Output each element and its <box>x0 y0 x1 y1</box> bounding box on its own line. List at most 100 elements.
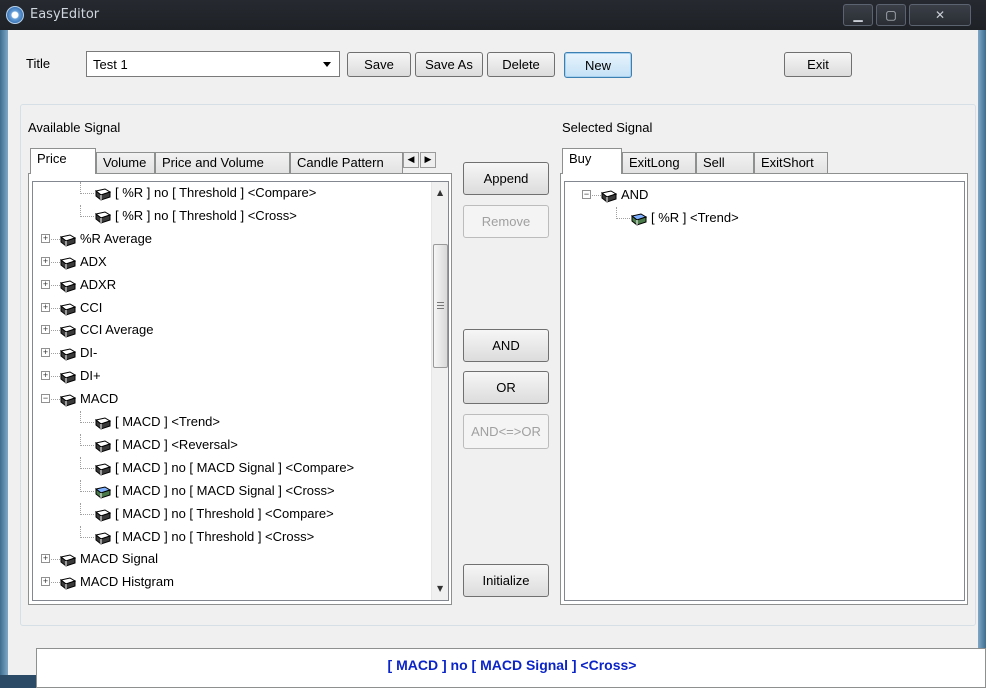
selected-tree-rows: − AND[ %R ] <Trend> <box>565 182 964 600</box>
book-icon <box>94 438 112 453</box>
book-icon <box>94 186 112 201</box>
tree-row-label: [ MACD ] no [ Threshold ] <Cross> <box>115 528 315 544</box>
title-label: Title <box>26 56 51 71</box>
status-panel: [ MACD ] no [ MACD Signal ] <Cross> <box>36 648 986 688</box>
tree-row-label: [ %R ] <Trend> <box>651 209 739 225</box>
selected-signal-tree[interactable]: − AND[ %R ] <Trend> <box>564 181 965 601</box>
expand-icon[interactable]: + <box>41 348 50 358</box>
tree-row[interactable]: + CCI Average <box>33 319 431 341</box>
tree-row-label: MACD Signal <box>80 551 159 567</box>
exit-button[interactable]: Exit <box>784 52 852 77</box>
tree-row-label: MACD Histgram <box>80 574 174 590</box>
collapse-icon[interactable]: − <box>41 394 50 404</box>
tab-scroll-right-icon[interactable]: ▶ <box>420 152 436 168</box>
tree-row[interactable]: − MACD <box>33 388 431 410</box>
new-button[interactable]: New <box>564 52 632 78</box>
selected-tabstrip: Buy ExitLong Sell ExitShort <box>560 148 970 174</box>
tab-price[interactable]: Price <box>30 148 96 174</box>
expand-icon[interactable]: + <box>41 325 50 335</box>
scrollbar-thumb[interactable] <box>433 244 448 368</box>
tree-row[interactable]: + ADXR <box>33 274 431 296</box>
remove-button[interactable]: Remove <box>463 205 549 238</box>
available-signal-label: Available Signal <box>28 120 121 135</box>
scroll-up-icon[interactable]: ▲ <box>437 188 443 197</box>
tree-row-label: CCI <box>80 299 103 315</box>
tab-candle-pattern[interactable]: Candle Pattern <box>290 152 403 173</box>
scroll-down-icon[interactable]: ▼ <box>437 584 443 593</box>
window-title: EasyEditor <box>30 7 100 22</box>
tree-row[interactable]: + %R Average <box>33 228 431 250</box>
book-icon <box>59 301 77 316</box>
tree-row[interactable]: + MACD Signal <box>33 548 431 570</box>
tab-sell[interactable]: Sell <box>696 152 754 173</box>
chevron-down-icon[interactable] <box>323 62 331 67</box>
expand-icon[interactable]: + <box>41 279 50 289</box>
tree-row[interactable]: + ADX <box>33 251 431 273</box>
tree-row[interactable]: [ MACD ] no [ Threshold ] <Compare> <box>33 502 431 525</box>
tab-price-and-volume[interactable]: Price and Volume <box>155 152 290 173</box>
expand-icon[interactable]: + <box>41 554 50 564</box>
tab-volume[interactable]: Volume <box>96 152 155 173</box>
tab-scroll-left-icon[interactable]: ◀ <box>403 152 419 168</box>
available-tree-scrollbar[interactable]: ▲ ▼ <box>431 182 448 600</box>
tree-row-label: DI+ <box>80 368 101 384</box>
window-frame-left <box>0 30 8 675</box>
tree-row-label: [ MACD ] no [ MACD Signal ] <Compare> <box>115 459 355 475</box>
available-tree-rows: [ %R ] no [ Threshold ] <Compare> [ %R ] … <box>33 182 433 600</box>
save-as-button[interactable]: Save As <box>415 52 483 77</box>
expand-icon[interactable]: + <box>41 577 50 587</box>
available-signal-tree[interactable]: [ %R ] no [ Threshold ] <Compare> [ %R ] … <box>32 181 449 601</box>
and-or-toggle-button[interactable]: AND<=>OR <box>463 414 549 449</box>
tree-row[interactable]: [ MACD ] <Trend> <box>33 411 431 433</box>
tree-row-label: ADX <box>80 253 107 269</box>
tab-buy[interactable]: Buy <box>562 148 622 174</box>
book-icon <box>59 255 77 270</box>
tree-row[interactable]: + MACD Histgram <box>33 571 431 593</box>
book-icon <box>94 415 112 430</box>
title-combobox[interactable]: Test 1 <box>86 51 340 77</box>
tree-row[interactable]: [ %R ] no [ Threshold ] <Compare> <box>33 182 431 204</box>
append-button[interactable]: Append <box>463 162 549 195</box>
close-icon[interactable]: ✕ <box>909 4 971 26</box>
expand-icon[interactable]: + <box>41 302 50 312</box>
initialize-button[interactable]: Initialize <box>463 564 549 597</box>
expand-icon[interactable]: + <box>41 371 50 381</box>
tree-row[interactable]: [ MACD ] no [ MACD Signal ] <Compare> <box>33 456 431 479</box>
tab-exitlong[interactable]: ExitLong <box>622 152 696 173</box>
window-frame-right <box>978 30 986 675</box>
tree-row-label: [ MACD ] no [ MACD Signal ] <Cross> <box>115 482 335 498</box>
expand-icon[interactable]: + <box>41 233 50 243</box>
tree-row[interactable]: + DI+ <box>33 365 431 387</box>
available-tabstrip: Price Volume Price and Volume Candle Pat… <box>28 148 458 174</box>
tree-row-label: [ %R ] no [ Threshold ] <Compare> <box>115 185 317 200</box>
tree-row-label: CCI Average <box>80 322 154 338</box>
minimize-icon[interactable]: ▁ <box>843 4 873 26</box>
tree-row[interactable]: + CCI <box>33 297 431 319</box>
book-icon <box>59 346 77 361</box>
tree-row-label: DI- <box>80 345 98 361</box>
collapse-icon[interactable]: − <box>582 190 591 199</box>
tab-exitshort[interactable]: ExitShort <box>754 152 828 173</box>
tree-row[interactable]: [ %R ] no [ Threshold ] <Cross> <box>33 204 431 227</box>
or-button[interactable]: OR <box>463 371 549 404</box>
tree-row-label: [ %R ] no [ Threshold ] <Cross> <box>115 207 297 223</box>
maximize-icon[interactable]: ▢ <box>876 4 906 26</box>
selected-book-icon <box>630 211 648 226</box>
selected-signal-label: Selected Signal <box>562 120 653 135</box>
and-button[interactable]: AND <box>463 329 549 362</box>
tree-row-label: %R Average <box>80 230 153 246</box>
book-icon <box>59 232 77 247</box>
book-icon <box>59 552 77 567</box>
tree-row[interactable]: − AND <box>565 184 963 206</box>
title-combobox-value: Test 1 <box>93 57 128 72</box>
book-icon <box>59 575 77 590</box>
tree-row[interactable]: [ MACD ] no [ Threshold ] <Cross> <box>33 525 431 548</box>
tree-row-label: AND <box>621 187 649 202</box>
tree-row[interactable]: [ %R ] <Trend> <box>565 206 963 229</box>
tree-row[interactable]: [ MACD ] no [ MACD Signal ] <Cross> <box>33 479 431 502</box>
delete-button[interactable]: Delete <box>487 52 555 77</box>
tree-row[interactable]: + DI- <box>33 342 431 364</box>
save-button[interactable]: Save <box>347 52 411 77</box>
expand-icon[interactable]: + <box>41 256 50 266</box>
tree-row[interactable]: [ MACD ] <Reversal> <box>33 433 431 456</box>
